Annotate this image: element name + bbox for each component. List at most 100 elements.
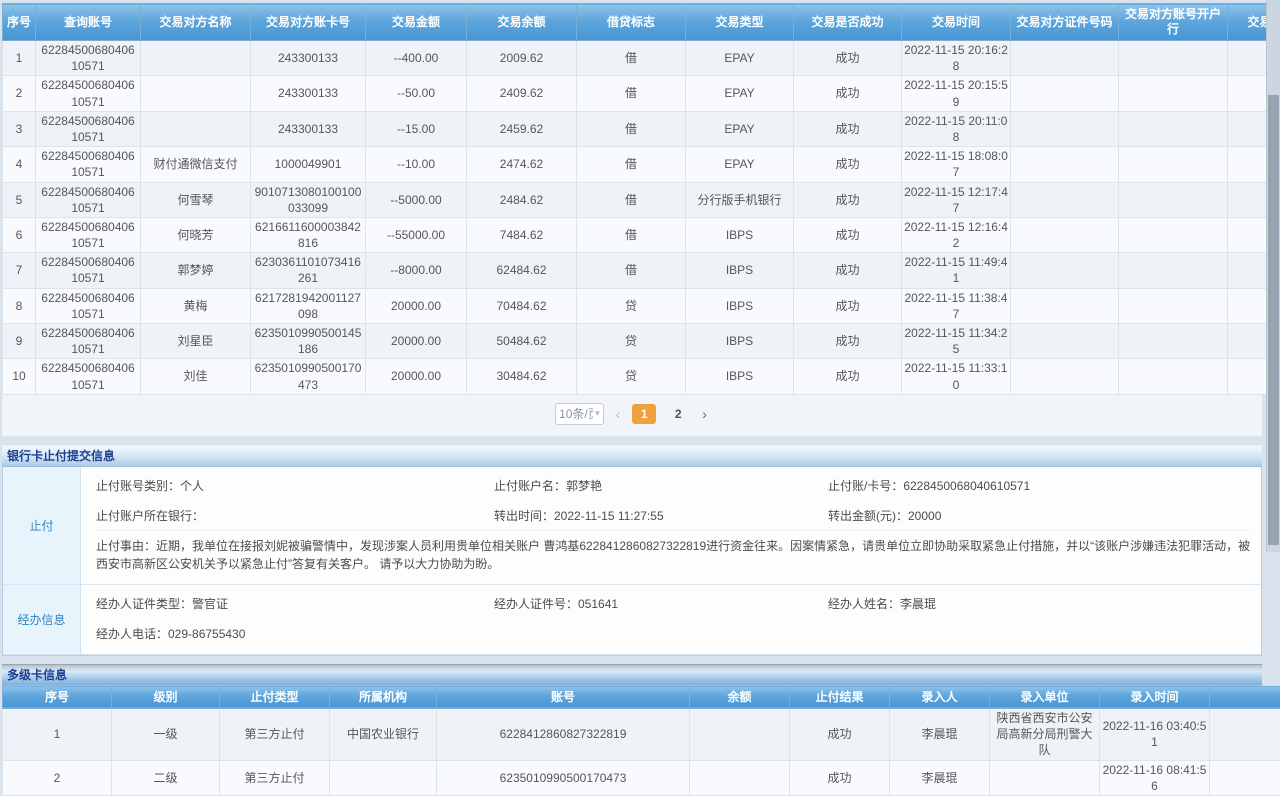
table-cell: 一级 xyxy=(112,708,220,760)
table-cell: 62484.62 xyxy=(467,253,577,288)
scrollbar-thumb[interactable] xyxy=(1268,95,1279,545)
table-cell: 6228450068040610571 xyxy=(36,182,141,217)
column-header: 交易是否成功 xyxy=(794,4,902,41)
table-cell: 郭梦婷 xyxy=(141,253,251,288)
column-header xyxy=(1210,686,1280,708)
table-cell: EPAY xyxy=(686,76,794,111)
stop-payment-group-content: 止付账号类别：个人 止付账户名：郭梦艳 止付账/卡号：6228450068040… xyxy=(81,467,1261,585)
table-cell: 第三方止付 xyxy=(220,708,330,760)
table-cell xyxy=(1011,288,1119,323)
stop-account-type-field: 止付账号类别：个人 xyxy=(96,477,494,494)
table-row: 16228450068040610571243300133--400.00200… xyxy=(3,41,1280,76)
column-header: 账号 xyxy=(437,686,690,708)
table-cell: 6228450068040610571 xyxy=(36,111,141,146)
table-cell: 黄梅 xyxy=(141,288,251,323)
table-cell: 6228450068040610571 xyxy=(36,41,141,76)
table-cell: 2484.62 xyxy=(467,182,577,217)
table-cell: 2022-11-16 03:40:51 xyxy=(1100,708,1210,760)
table-cell: EPAY xyxy=(686,111,794,146)
table-cell: 2022-11-16 08:41:56 xyxy=(1100,760,1210,795)
table-cell: 借 xyxy=(577,111,686,146)
table-cell xyxy=(1011,111,1119,146)
column-header: 交易对方名称 xyxy=(141,4,251,41)
column-header: 查询账号 xyxy=(36,4,141,41)
table-cell: 2022-11-15 11:38:47 xyxy=(902,288,1011,323)
table-cell: 成功 xyxy=(790,760,890,795)
table-cell: IBPS xyxy=(686,217,794,252)
stop-payment-section-title: 银行卡止付提交信息 xyxy=(2,445,1262,467)
table-cell: 财付通微信支付 xyxy=(141,147,251,182)
multilevel-card-section-title: 多级卡信息 xyxy=(2,664,1262,686)
table-cell: 2022-11-15 20:15:59 xyxy=(902,76,1011,111)
table-row: 86228450068040610571黄梅621728194200112709… xyxy=(3,288,1280,323)
table-cell: 20000.00 xyxy=(366,324,467,359)
table-cell xyxy=(1210,708,1280,760)
table-cell: --8000.00 xyxy=(366,253,467,288)
table-cell: 借 xyxy=(577,147,686,182)
page-button-2[interactable]: 2 xyxy=(666,404,690,424)
page-button-1[interactable]: 1 xyxy=(632,404,656,424)
next-page-button[interactable]: › xyxy=(700,404,709,424)
table-cell: 借 xyxy=(577,253,686,288)
table-cell: 成功 xyxy=(794,182,902,217)
vertical-scrollbar[interactable] xyxy=(1266,0,1280,552)
empty-field xyxy=(494,625,828,642)
table-cell: 9 xyxy=(3,324,36,359)
table-cell: 刘星臣 xyxy=(141,324,251,359)
table-cell: 借 xyxy=(577,76,686,111)
table-cell xyxy=(1011,253,1119,288)
table-cell xyxy=(1011,76,1119,111)
table-cell: 2022-11-15 11:34:25 xyxy=(902,324,1011,359)
table-cell: 成功 xyxy=(794,41,902,76)
table-cell: 2409.62 xyxy=(467,76,577,111)
table-cell: 4 xyxy=(3,147,36,182)
table-row: 66228450068040610571何晓芳62166116000038428… xyxy=(3,217,1280,252)
column-header: 级别 xyxy=(112,686,220,708)
handler-group-content: 经办人证件类型：警官证 经办人证件号：051641 经办人姓名：李晨琨 经办人电… xyxy=(81,585,1261,655)
table-cell: 成功 xyxy=(794,76,902,111)
table-cell: IBPS xyxy=(686,359,794,394)
table-cell: 1000049901 xyxy=(251,147,366,182)
table-cell: 2022-11-15 18:08:07 xyxy=(902,147,1011,182)
handler-phone-field: 经办人电话：029-86755430 xyxy=(96,625,494,642)
table-cell: 5 xyxy=(3,182,36,217)
table-cell: 2459.62 xyxy=(467,111,577,146)
table-cell xyxy=(141,76,251,111)
table-cell: 刘佳 xyxy=(141,359,251,394)
table-cell xyxy=(1011,41,1119,76)
table-cell: 30484.62 xyxy=(467,359,577,394)
transactions-table: 序号查询账号交易对方名称交易对方账卡号交易金额交易余额借贷标志交易类型交易是否成… xyxy=(2,3,1280,395)
table-cell xyxy=(330,760,437,795)
page-size-select[interactable]: 10条/页 ▾ xyxy=(555,403,604,425)
stop-payment-reason-text: 止付事由：近期，我单位在接报刘妮被骗警情中，发现涉案人员利用贵单位相关账户 曹鸿… xyxy=(96,530,1251,578)
table-cell: 贷 xyxy=(577,324,686,359)
table-cell: 成功 xyxy=(794,111,902,146)
column-header: 录入人 xyxy=(890,686,990,708)
table-cell: 2022-11-15 20:11:08 xyxy=(902,111,1011,146)
handler-name-field: 经办人姓名：李晨琨 xyxy=(828,595,1251,612)
table-cell: 成功 xyxy=(794,253,902,288)
column-header: 止付类型 xyxy=(220,686,330,708)
field-row: 经办人证件类型：警官证 经办人证件号：051641 经办人姓名：李晨琨 xyxy=(96,588,1251,618)
table-cell: 6235010990500145186 xyxy=(251,324,366,359)
table-row: 96228450068040610571刘星臣62350109905001451… xyxy=(3,324,1280,359)
table-cell xyxy=(1119,41,1228,76)
table-cell: 2 xyxy=(3,76,36,111)
table-cell xyxy=(1011,182,1119,217)
table-cell xyxy=(1011,217,1119,252)
table-cell: 243300133 xyxy=(251,76,366,111)
column-header: 序号 xyxy=(3,4,36,41)
table-cell xyxy=(1011,359,1119,394)
header-row: 序号查询账号交易对方名称交易对方账卡号交易金额交易余额借贷标志交易类型交易是否成… xyxy=(3,4,1280,41)
table-cell: 成功 xyxy=(794,147,902,182)
table-cell xyxy=(1119,147,1228,182)
table-cell xyxy=(1119,111,1228,146)
main-content: 序号查询账号交易对方名称交易对方账卡号交易金额交易余额借贷标志交易类型交易是否成… xyxy=(2,3,1262,796)
table-cell xyxy=(990,760,1100,795)
chevron-down-icon: ▾ xyxy=(595,409,600,418)
table-cell: 分行版手机银行 xyxy=(686,182,794,217)
transactions-panel: 序号查询账号交易对方名称交易对方账卡号交易金额交易余额借贷标志交易类型交易是否成… xyxy=(2,3,1262,437)
column-header: 交易余额 xyxy=(467,4,577,41)
table-cell: 第三方止付 xyxy=(220,760,330,795)
prev-page-button[interactable]: ‹ xyxy=(614,404,623,424)
